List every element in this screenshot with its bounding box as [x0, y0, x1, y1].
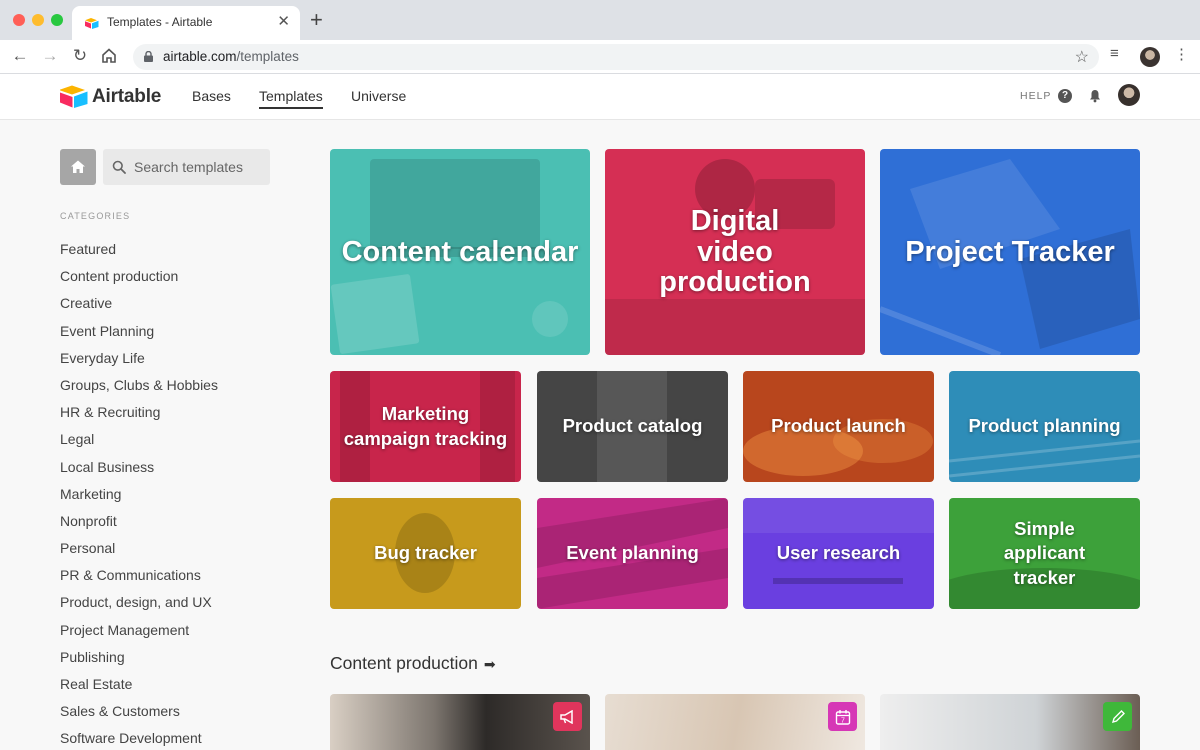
- category-item[interactable]: Sales & Customers: [60, 702, 218, 729]
- search-input[interactable]: [134, 149, 264, 185]
- category-item[interactable]: Local Business: [60, 458, 218, 485]
- airtable-favicon-icon: [85, 18, 99, 29]
- home-icon[interactable]: [100, 47, 118, 65]
- section-title: Content production: [330, 653, 478, 673]
- reload-icon[interactable]: ↻: [69, 45, 91, 67]
- card-title: Product catalog: [562, 415, 703, 437]
- card-title: User research: [776, 542, 901, 564]
- category-item[interactable]: Nonprofit: [60, 512, 218, 539]
- category-item[interactable]: Marketing: [60, 485, 218, 512]
- preview-template-card[interactable]: 7: [605, 694, 865, 750]
- app-header: Airtable Bases Templates Universe HELP ?: [0, 74, 1200, 120]
- template-card-content-calendar[interactable]: Content calendar: [330, 149, 590, 355]
- category-item[interactable]: Creative: [60, 294, 218, 321]
- minimize-window-button[interactable]: [32, 14, 44, 26]
- category-item[interactable]: Real Estate: [60, 675, 218, 702]
- browser-tab[interactable]: Templates - Airtable ✕: [72, 6, 300, 40]
- browser-profile-avatar[interactable]: [1140, 47, 1160, 67]
- help-link[interactable]: HELP: [1020, 90, 1051, 102]
- template-card-marketing-campaign-tracking[interactable]: Marketing campaign tracking: [330, 371, 521, 482]
- category-item[interactable]: HR & Recruiting: [60, 403, 218, 430]
- category-item[interactable]: Everyday Life: [60, 349, 218, 376]
- card-title: Product launch: [771, 415, 906, 437]
- category-item[interactable]: Publishing: [60, 648, 218, 675]
- preview-template-card[interactable]: [880, 694, 1140, 750]
- category-item[interactable]: Legal: [60, 430, 218, 457]
- category-item[interactable]: Software Development: [60, 729, 218, 750]
- tab-title: Templates - Airtable: [107, 15, 213, 29]
- nav-bases[interactable]: Bases: [192, 88, 231, 104]
- template-card-digital-video-production[interactable]: Digital video production: [605, 149, 865, 355]
- category-item[interactable]: PR & Communications: [60, 566, 218, 593]
- preview-template-card[interactable]: [330, 694, 590, 750]
- category-item[interactable]: Featured: [60, 240, 218, 267]
- maximize-window-button[interactable]: [51, 14, 63, 26]
- back-icon[interactable]: ←: [9, 45, 31, 67]
- bookmark-star-icon[interactable]: ☆: [1075, 47, 1089, 67]
- arrow-right-icon: ➡: [483, 656, 496, 672]
- template-card-user-research[interactable]: User research: [743, 498, 934, 609]
- section-content-production-link[interactable]: Content production ➡: [330, 653, 496, 674]
- category-item[interactable]: Personal: [60, 539, 218, 566]
- template-search[interactable]: [103, 149, 270, 185]
- url-text: airtable.com/templates: [163, 49, 299, 64]
- user-avatar[interactable]: [1118, 84, 1140, 106]
- card-title: Bug tracker: [374, 542, 477, 564]
- megaphone-icon: [553, 702, 582, 731]
- airtable-logo-icon[interactable]: [60, 84, 88, 108]
- card-title: Event planning: [566, 542, 699, 564]
- new-tab-icon[interactable]: +: [310, 9, 323, 31]
- address-bar[interactable]: airtable.com/templates ☆: [133, 44, 1099, 70]
- category-item[interactable]: Event Planning: [60, 322, 218, 349]
- category-item[interactable]: Content production: [60, 267, 218, 294]
- template-card-project-tracker[interactable]: Project Tracker: [880, 149, 1140, 355]
- template-card-product-catalog[interactable]: Product catalog: [537, 371, 728, 482]
- templates-page: CATEGORIES Featured Content production C…: [0, 120, 1200, 750]
- card-title: Simple applicant tracker: [1003, 518, 1086, 588]
- media-control-icon[interactable]: ≡: [1110, 45, 1119, 62]
- nav-universe[interactable]: Universe: [351, 88, 406, 104]
- template-card-event-planning[interactable]: Event planning: [537, 498, 728, 609]
- card-title: Marketing campaign tracking: [343, 403, 508, 449]
- close-window-button[interactable]: [13, 14, 25, 26]
- categories-heading: CATEGORIES: [60, 211, 131, 221]
- category-list: Featured Content production Creative Eve…: [60, 240, 218, 750]
- browser-menu-icon[interactable]: ⋮: [1174, 45, 1189, 63]
- pencil-icon: [1103, 702, 1132, 731]
- templates-home-button[interactable]: [60, 149, 96, 185]
- category-item[interactable]: Groups, Clubs & Hobbies: [60, 376, 218, 403]
- home-icon: [71, 160, 85, 173]
- card-title: Digital video production: [659, 205, 811, 299]
- card-title: Product planning: [968, 415, 1121, 437]
- template-card-simple-applicant-tracker[interactable]: Simple applicant tracker: [949, 498, 1140, 609]
- card-title: Project Tracker: [905, 235, 1115, 268]
- help-icon[interactable]: ?: [1058, 89, 1072, 103]
- notification-bell-icon[interactable]: [1088, 89, 1102, 103]
- browser-titlebar: Templates - Airtable ✕ +: [0, 0, 1200, 40]
- svg-text:7: 7: [841, 717, 845, 724]
- category-item[interactable]: Project Management: [60, 621, 218, 648]
- template-card-bug-tracker[interactable]: Bug tracker: [330, 498, 521, 609]
- template-card-product-launch[interactable]: Product launch: [743, 371, 934, 482]
- category-item[interactable]: Product, design, and UX: [60, 593, 218, 620]
- brand-name[interactable]: Airtable: [92, 86, 161, 108]
- browser-toolbar: ← → ↻ airtable.com/templates ☆ ≡ ⋮: [0, 40, 1200, 74]
- forward-icon[interactable]: →: [39, 45, 61, 67]
- close-tab-icon[interactable]: ✕: [277, 13, 290, 31]
- search-icon: [112, 160, 126, 174]
- template-card-product-planning[interactable]: Product planning: [949, 371, 1140, 482]
- nav-templates[interactable]: Templates: [259, 88, 323, 109]
- calendar-icon: 7: [828, 702, 857, 731]
- card-title: Content calendar: [341, 235, 579, 268]
- lock-icon: [144, 51, 153, 62]
